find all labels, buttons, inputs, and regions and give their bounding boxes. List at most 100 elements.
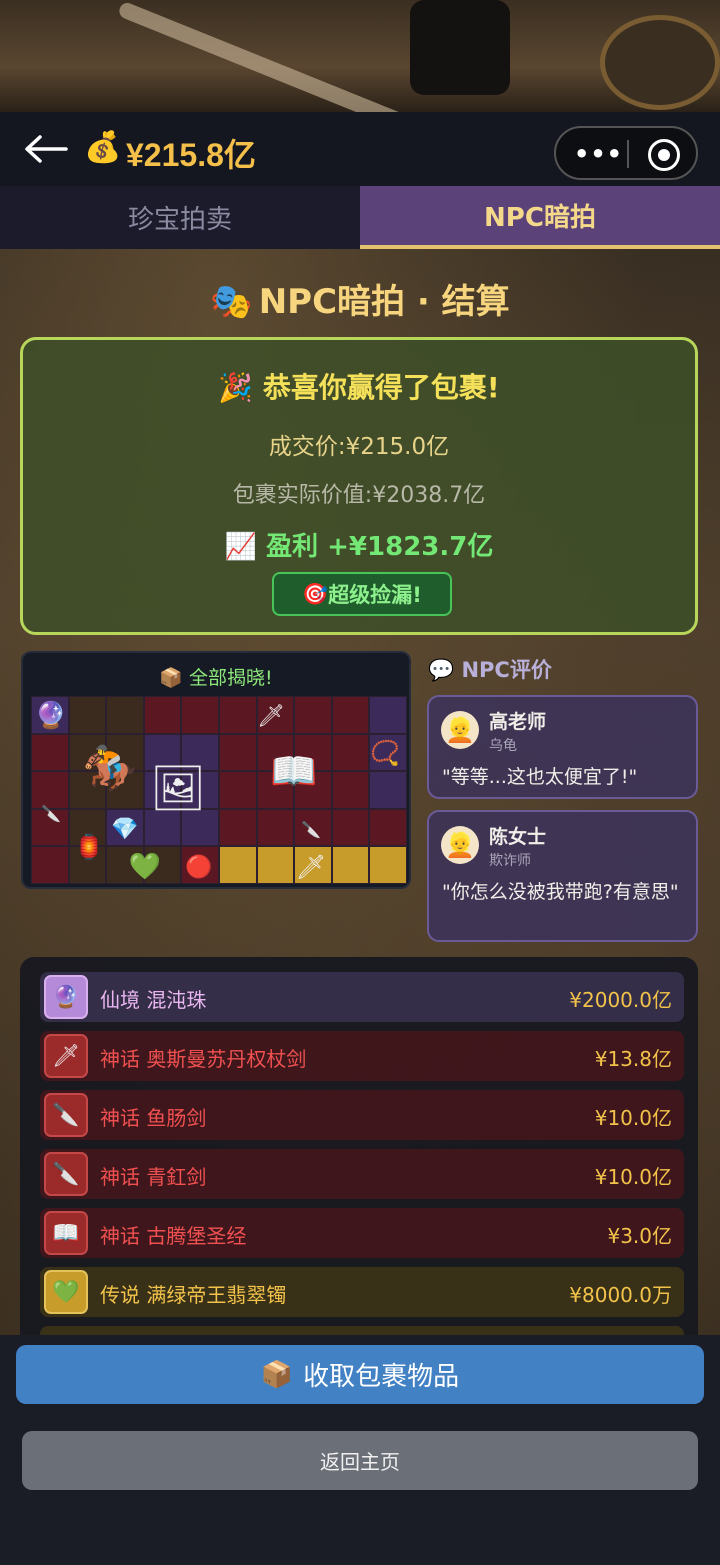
item-icon: 🔮 — [44, 975, 88, 1019]
chart-up-icon: 📈 — [224, 532, 258, 562]
item-name: 仙境 混沌珠 — [100, 988, 207, 1012]
item-icon: 💚 — [44, 1270, 88, 1314]
header-photo — [0, 0, 720, 112]
grid-cell — [294, 696, 332, 734]
collect-package-button[interactable]: 📦 收取包裹物品 — [16, 1345, 704, 1404]
item-price: ¥3.0亿 — [607, 1224, 672, 1248]
grid-cell — [331, 771, 370, 809]
badge-text: 超级捡漏! — [328, 583, 422, 607]
grid-cell — [256, 846, 295, 884]
list-item: 🗡 神话 奥斯曼苏丹权杖剑 ¥13.8亿 — [40, 1031, 684, 1081]
grid-cell — [31, 733, 69, 772]
inkwell-decoration — [410, 0, 510, 95]
arrow-left-icon — [25, 135, 68, 163]
win-text: 恭喜你赢得了包裹! — [262, 371, 500, 404]
item-list[interactable]: 🔮 仙境 混沌珠 ¥2000.0亿 🗡 神话 奥斯曼苏丹权杖剑 ¥13.8亿 🔪… — [20, 957, 698, 1357]
collect-label: 收取包裹物品 — [303, 1362, 460, 1392]
grid-cell — [331, 696, 370, 734]
tab-npc-blind-auction[interactable]: NPC暗拍 — [360, 186, 720, 249]
gem-orb-icon: 🔴 — [185, 854, 213, 880]
page-title: 🎭 NPC暗拍 · 结算 — [0, 274, 720, 323]
deal-price: 成交价:¥215.0亿 — [268, 434, 450, 460]
grid-cell — [218, 846, 257, 884]
npc-review-text: NPC评价 — [461, 658, 552, 682]
close-target-icon[interactable] — [648, 139, 680, 171]
money-bag-icon: 💰 — [84, 130, 122, 165]
item-icon: 📖 — [44, 1211, 88, 1255]
compass-decoration — [600, 15, 720, 110]
super-bargain-badge: 🎯 超级捡漏! — [272, 572, 452, 616]
theater-mask-icon: 🎭 — [210, 282, 253, 322]
top-bar: 💰 ¥215.8亿 ••• — [0, 112, 720, 186]
chaos-orb-icon: 🔮 — [34, 701, 68, 731]
back-home-button[interactable]: 返回主页 — [22, 1431, 698, 1490]
grid-cell — [369, 696, 407, 734]
tab-bar: 珍宝拍卖 NPC暗拍 — [0, 186, 720, 249]
item-name: 传说 满绿帝王翡翠镯 — [100, 1283, 287, 1307]
reveal-text: 全部揭晓! — [189, 667, 273, 689]
item-price: ¥8000.0万 — [569, 1283, 672, 1307]
item-icon: 🗡 — [44, 1034, 88, 1078]
grid-cell — [218, 733, 257, 772]
profit: 📈 盈利 +¥1823.7亿 — [23, 526, 695, 563]
balance-amount: ¥215.8亿 — [126, 137, 256, 173]
more-icon[interactable]: ••• — [574, 140, 623, 168]
horse-statue-icon: 🏇 — [82, 743, 138, 794]
list-item: 📖 神话 古腾堡圣经 ¥3.0亿 — [40, 1208, 684, 1258]
grid-cell — [331, 733, 370, 772]
package-grid-panel: 📦 全部揭晓! 🔮 🏇 🖼 🗡 📖 📿 🔪 💎 🏮 💚 🔴 🔪 🗡 — [21, 651, 411, 889]
grid-cell — [369, 808, 407, 847]
npc-avatar: 👱 — [441, 711, 479, 749]
npc-role: 欺诈师 — [489, 853, 531, 869]
bible-icon: 📖 — [270, 748, 318, 793]
npc-review-heading: 💬 NPC评价 — [428, 654, 552, 684]
grid-cell — [181, 696, 219, 734]
reveal-heading: 📦 全部揭晓! — [23, 663, 409, 690]
npc-comment-card: 👱 陈女士 欺诈师 "你怎么没被我带跑?有意思" — [427, 810, 698, 942]
item-icon: 🔪 — [44, 1093, 88, 1137]
dagger-icon: 🔪 — [41, 803, 61, 823]
tab-treasure-auction[interactable]: 珍宝拍卖 — [0, 186, 360, 249]
item-price: ¥2000.0亿 — [569, 988, 672, 1012]
necklace-icon: 📿 — [370, 739, 400, 767]
win-heading: 🎉 恭喜你赢得了包裹! — [23, 366, 695, 406]
quill-decoration — [117, 0, 439, 112]
gold-artifact-icon: 🏮 — [74, 833, 104, 861]
item-name: 神话 鱼肠剑 — [100, 1106, 207, 1130]
mini-program-capsule: ••• — [554, 126, 698, 180]
grid-cell — [369, 771, 407, 809]
target-icon: 🎯 — [302, 581, 329, 606]
ancient-painting-icon: 🖼 — [150, 763, 206, 814]
short-sword-icon: 🗡 — [295, 853, 327, 881]
real-value: 包裹实际价值:¥2038.7亿 — [232, 483, 486, 508]
result-card: 🎉 恭喜你赢得了包裹! 成交价:¥215.0亿 包裹实际价值:¥2038.7亿 … — [20, 337, 698, 635]
profit-text: 盈利 +¥1823.7亿 — [266, 532, 494, 562]
npc-quote: "等等...这也太便宜了!" — [442, 766, 638, 788]
back-button[interactable] — [22, 132, 70, 166]
npc-comment-card: 👱 高老师 乌龟 "等等...这也太便宜了!" — [427, 695, 698, 799]
grid-cell — [218, 696, 257, 734]
item-name: 神话 奥斯曼苏丹权杖剑 — [100, 1047, 307, 1071]
item-price: ¥10.0亿 — [594, 1165, 672, 1189]
grid-cell — [331, 846, 370, 884]
grid-cell — [31, 846, 69, 884]
grid-cell — [68, 696, 107, 734]
npc-name: 高老师 — [489, 711, 547, 733]
npc-avatar: 👱 — [441, 826, 479, 864]
npc-quote: "你怎么没被我带跑?有意思" — [442, 881, 679, 903]
list-item: 🔪 神话 鱼肠剑 ¥10.0亿 — [40, 1090, 684, 1140]
grid-cell — [106, 696, 144, 734]
capsule-divider — [627, 140, 629, 168]
package-icon: 📦 — [159, 667, 183, 689]
scepter-sword-icon: 🗡 — [257, 703, 285, 729]
item-price: ¥10.0亿 — [594, 1106, 672, 1130]
page-title-text: NPC暗拍 · 结算 — [258, 282, 510, 322]
npc-name: 陈女士 — [489, 826, 547, 848]
grid-cell — [256, 808, 295, 847]
diamond-icon: 💎 — [111, 816, 139, 842]
item-name: 神话 古腾堡圣经 — [100, 1224, 247, 1248]
grid-cell — [331, 808, 370, 847]
grid-cell — [369, 846, 407, 884]
speech-bubble-icon: 💬 — [428, 658, 455, 682]
item-name: 神话 青釭剑 — [100, 1165, 207, 1189]
